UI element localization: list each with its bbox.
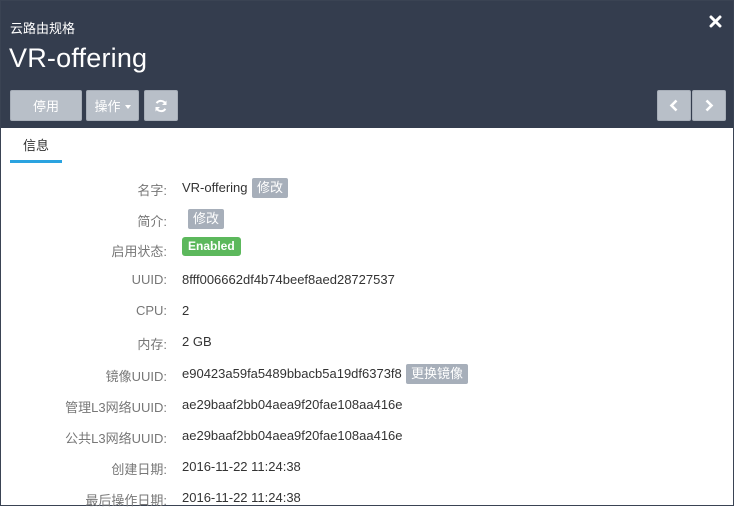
cpu-value: 2 xyxy=(182,303,190,318)
detail-row-created: 创建日期: 2016-11-22 11:24:38 xyxy=(1,455,733,477)
edit-name-button[interactable]: 修改 xyxy=(252,178,289,198)
previous-button[interactable] xyxy=(657,90,691,121)
breadcrumb: 云路由规格 xyxy=(10,21,76,36)
detail-row-description: 简介: 修改 xyxy=(1,207,733,229)
detail-row-cpu: CPU: 2 xyxy=(1,299,733,321)
created-value: 2016-11-22 11:24:38 xyxy=(182,459,301,474)
created-label: 创建日期: xyxy=(111,462,167,477)
uuid-label: UUID: xyxy=(131,272,167,287)
close-button[interactable] xyxy=(705,11,725,31)
name-value: VR-offering xyxy=(182,180,248,195)
status-badge: Enabled xyxy=(182,237,241,256)
disable-button-label: 停用 xyxy=(32,99,59,114)
state-label: 启用状态: xyxy=(111,244,167,259)
mgmt-l3-label: 管理L3网络UUID: xyxy=(65,400,167,415)
last-op-value: 2016-11-22 11:24:38 xyxy=(182,490,301,505)
header: 云路由规格 VR-offering 停用 操作 xyxy=(1,1,733,128)
image-uuid-label: 镜像UUID: xyxy=(105,369,167,384)
last-op-label: 最后操作日期: xyxy=(85,493,167,508)
image-uuid-value: e90423a59fa5489bbacb5a19df6373f8 xyxy=(182,366,402,381)
detail-row-public-l3: 公共L3网络UUID: ae29baaf2bb04aea9f20fae108aa… xyxy=(1,424,733,446)
refresh-icon xyxy=(155,99,167,112)
next-button[interactable] xyxy=(692,90,726,121)
memory-label: 内存: xyxy=(137,337,167,352)
edit-description-button[interactable]: 修改 xyxy=(188,209,225,229)
name-label: 名字: xyxy=(137,183,167,198)
chevron-right-icon xyxy=(705,99,714,112)
actions-button-label: 操作 xyxy=(94,99,121,114)
close-icon xyxy=(709,15,721,27)
tab-info[interactable]: 信息 xyxy=(10,128,62,163)
caret-down-icon xyxy=(124,104,131,109)
chevron-left-icon xyxy=(669,99,678,112)
cpu-label: CPU: xyxy=(135,303,167,318)
detail-row-memory: 内存: 2 GB xyxy=(1,330,733,352)
description-label: 简介: xyxy=(137,214,167,229)
detail-row-uuid: UUID: 8fff006662df4b74beef8aed28727537 xyxy=(1,268,733,290)
public-l3-label: 公共L3网络UUID: xyxy=(65,431,167,446)
detail-row-image-uuid: 镜像UUID: e90423a59fa5489bbacb5a19df6373f8… xyxy=(1,362,733,384)
uuid-value: 8fff006662df4b74beef8aed28727537 xyxy=(182,272,395,287)
refresh-button[interactable] xyxy=(144,90,178,121)
page-title: VR-offering xyxy=(9,43,148,73)
disable-button[interactable]: 停用 xyxy=(10,90,82,121)
public-l3-value: ae29baaf2bb04aea9f20fae108aa416e xyxy=(182,428,403,443)
mgmt-l3-value: ae29baaf2bb04aea9f20fae108aa416e xyxy=(182,397,403,412)
detail-row-mgmt-l3: 管理L3网络UUID: ae29baaf2bb04aea9f20fae108aa… xyxy=(1,393,733,415)
detail-window: 云路由规格 VR-offering 停用 操作 信息 名字: VR-offeri… xyxy=(0,0,734,508)
change-image-button[interactable]: 更换镜像 xyxy=(406,364,469,384)
actions-dropdown-button[interactable]: 操作 xyxy=(86,90,139,121)
detail-row-state: 启用状态: Enabled xyxy=(1,237,733,259)
tab-bar: 信息 xyxy=(1,128,733,164)
memory-value: 2 GB xyxy=(182,334,212,349)
detail-row-last-op: 最后操作日期: 2016-11-22 11:24:38 xyxy=(1,486,733,508)
detail-row-name: 名字: VR-offering 修改 xyxy=(1,176,733,198)
